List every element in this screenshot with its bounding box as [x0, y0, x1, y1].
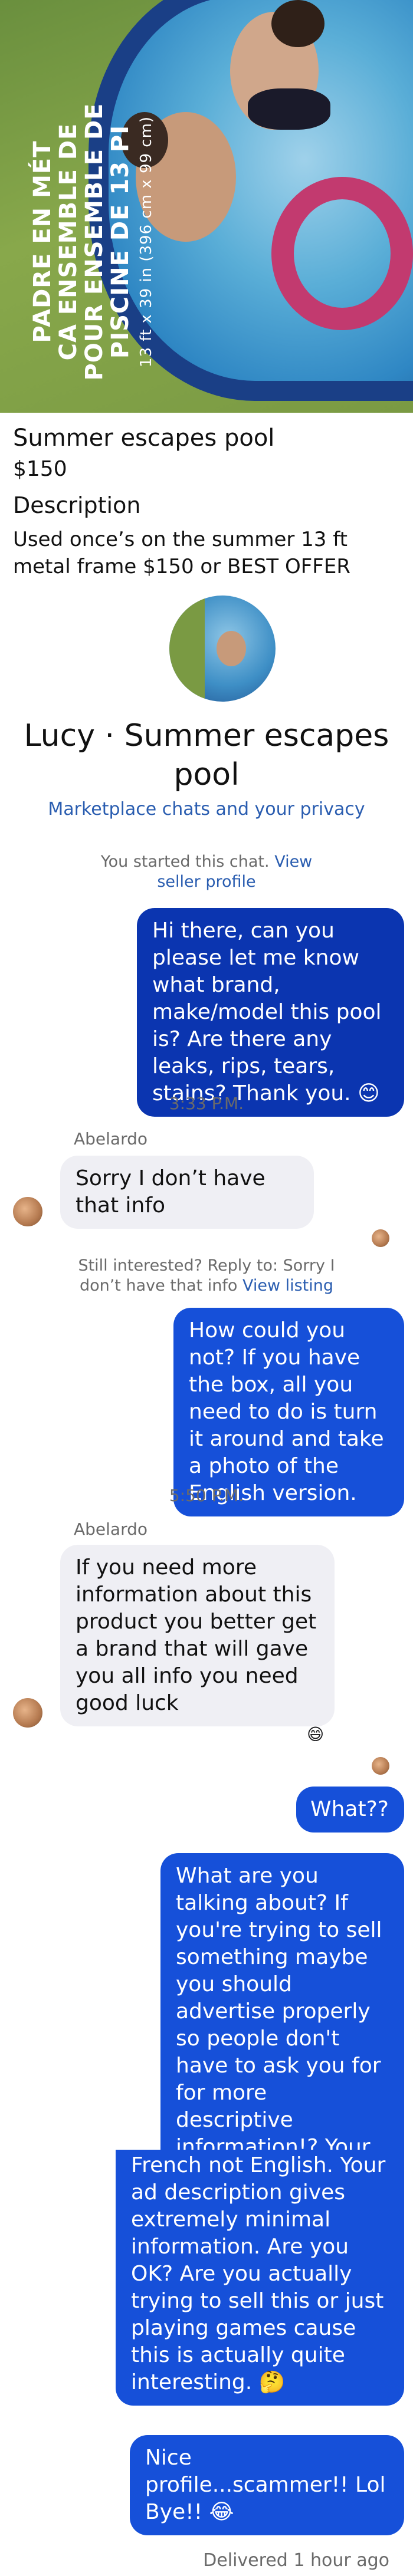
message-text: French not English. Your ad description …	[131, 2153, 386, 2394]
photo-pool-float	[271, 177, 413, 330]
chat-title: Lucy · Summer escapes pool	[24, 718, 389, 792]
listing-photo[interactable]: PADRE EN MÉT CA ENSEMBLE DE POUR ENSEMBL…	[0, 0, 413, 413]
photo-person-hair	[271, 0, 324, 47]
rim-text-line: POUR ENSEMBLE DE	[81, 103, 108, 381]
message-bubble-outgoing-continued[interactable]: French not English. Your ad description …	[116, 2150, 404, 2406]
message-bubble-outgoing[interactable]: How could you not? If you have the box, …	[173, 1308, 404, 1516]
privacy-link[interactable]: Marketplace chats and your privacy	[0, 799, 413, 820]
message-text: What??	[310, 1797, 389, 1821]
rim-text-line: CA ENSEMBLE DE	[55, 123, 82, 361]
abelardo-avatar[interactable]	[13, 1197, 42, 1226]
message-text: Sorry I don’t have that info	[76, 1166, 266, 1218]
message-bubble-incoming[interactable]: Sorry I don’t have that info	[60, 1156, 314, 1229]
rim-text-line: PISCINE DE 13 PI	[107, 124, 134, 359]
avatar-photo-grass	[169, 596, 205, 702]
seller-avatar[interactable]	[169, 596, 276, 702]
message-text: Nice profile...scammer!! Lol Bye!! 😂	[145, 2446, 386, 2524]
message-bubble-outgoing[interactable]: Hi there, can you please let me know wha…	[137, 908, 404, 1117]
sender-name: Abelardo	[74, 1519, 148, 1539]
view-listing-link[interactable]: View listing	[242, 1277, 333, 1295]
listing-description: Used once’s on the summer 13 ft metal fr…	[13, 528, 350, 578]
message-text: Hi there, can you please let me know wha…	[152, 919, 382, 1106]
sender-name: Abelardo	[74, 1129, 148, 1149]
timestamp: 5:50 P.M.	[169, 1486, 244, 1505]
message-bubble-outgoing[interactable]: What are you talking about? If you're tr…	[160, 1853, 404, 2213]
started-text: You started this chat.	[100, 853, 270, 871]
listing-title: Summer escapes pool	[13, 425, 275, 452]
avatar-photo-person	[217, 631, 246, 666]
seen-avatar	[372, 1229, 389, 1247]
message-bubble-outgoing[interactable]: Nice profile...scammer!! Lol Bye!! 😂	[130, 2435, 404, 2535]
photo-rim-text: PADRE EN MÉT CA ENSEMBLE DE POUR ENSEMBL…	[29, 29, 159, 413]
seen-avatar	[372, 1757, 389, 1775]
still-interested-notice: Still interested? Reply to: Sorry I don’…	[77, 1256, 336, 1296]
chat-started-notice: You started this chat. View seller profi…	[77, 852, 336, 892]
reaction-emoji[interactable]: 😄	[307, 1725, 324, 1744]
message-text: How could you not? If you have the box, …	[189, 1318, 384, 1505]
listing-price: $150	[13, 457, 67, 481]
photo-swimsuit	[248, 88, 330, 130]
abelardo-avatar[interactable]	[13, 1698, 42, 1728]
delivered-status: Delivered 1 hour ago	[203, 2550, 389, 2571]
description-heading: Description	[13, 492, 141, 518]
message-bubble-outgoing[interactable]: What??	[296, 1787, 404, 1833]
message-bubble-incoming[interactable]: If you need more information about this …	[60, 1545, 335, 1726]
rim-text-line: 13 ft x 39 in (396 cm x 99 cm)	[137, 116, 155, 368]
timestamp: 3:33 P.M.	[169, 1094, 244, 1113]
message-text: If you need more information about this …	[76, 1555, 317, 1715]
rim-text-line: PADRE EN MÉT	[29, 140, 56, 343]
